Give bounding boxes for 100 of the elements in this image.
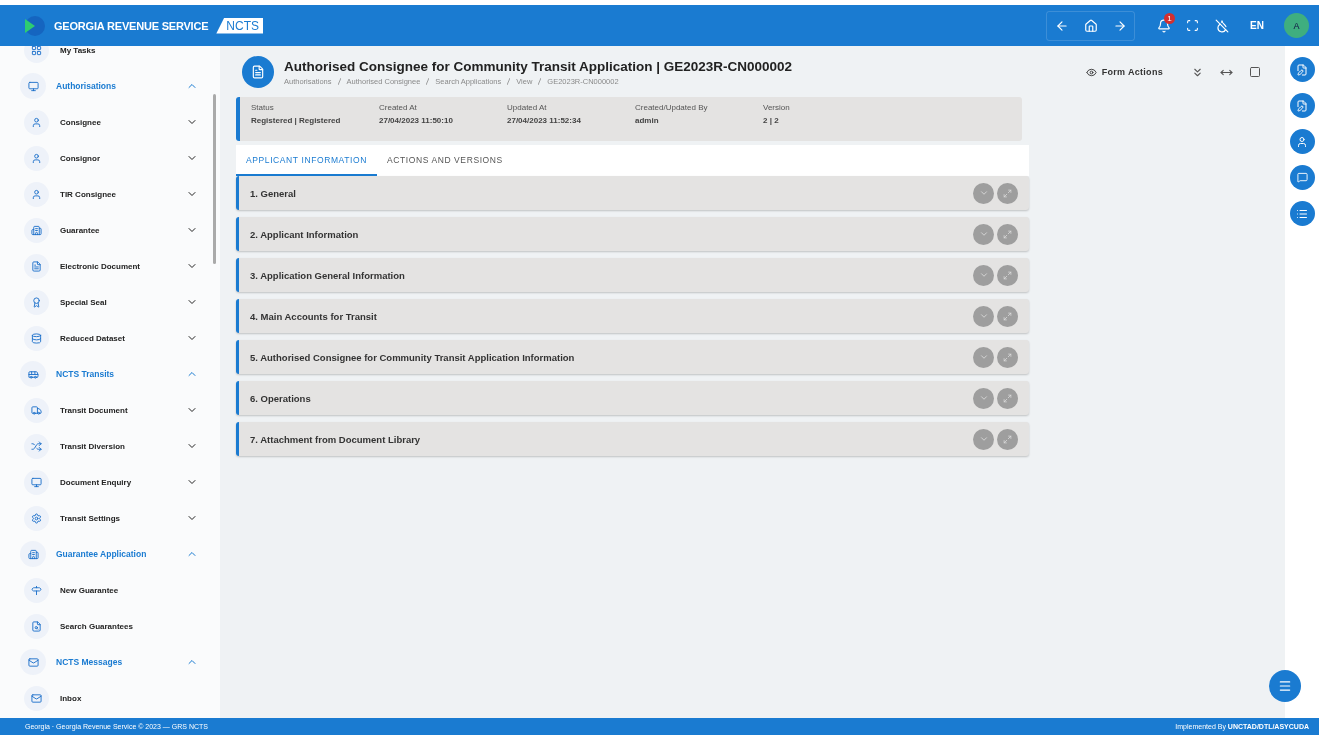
menu-item[interactable]: Special Seal: [0, 284, 210, 320]
menu-label: Special Seal: [60, 297, 108, 307]
expand-button[interactable]: [973, 346, 994, 368]
section-title: 3. Application General Information: [250, 269, 406, 281]
file-pen-icon: [1296, 63, 1308, 76]
menu-group[interactable]: Guarantee Application: [0, 536, 210, 572]
maximize-icon: [1003, 311, 1012, 321]
menu-item[interactable]: Document Enquiry: [0, 464, 210, 500]
menu-group[interactable]: NCTS Messages: [0, 644, 210, 680]
breadcrumb-separator: [507, 77, 511, 85]
user-icon: [1296, 135, 1308, 148]
chevron-down-icon: [978, 270, 989, 280]
tab[interactable]: ACTIONS AND VERSIONS: [376, 145, 513, 176]
list-button[interactable]: [1289, 201, 1315, 226]
summary-value: 27/04/2023 11:50:10: [379, 116, 454, 125]
maximize-button[interactable]: [997, 305, 1018, 327]
maximize-button[interactable]: [997, 346, 1018, 368]
expand-button[interactable]: [973, 182, 994, 204]
menu-label: Consignor: [60, 153, 101, 163]
summary-label: Created/Updated By: [635, 103, 709, 112]
menu-label: Electronic Document: [60, 261, 141, 271]
menu-item[interactable]: Consignor: [0, 140, 210, 176]
menu-group[interactable]: Authorisations: [0, 68, 210, 104]
menu-label: NCTS Transits: [56, 369, 116, 379]
square-icon: [1249, 66, 1261, 78]
menu-label: TIR Consignee: [60, 189, 117, 199]
summary-label: Created At: [379, 103, 418, 112]
maximize-button[interactable]: [997, 223, 1018, 245]
menu-item[interactable]: Transit Diversion: [0, 428, 210, 464]
breadcrumb-separator: [538, 77, 542, 85]
menu-item[interactable]: Transit Settings: [0, 500, 210, 536]
menu-item[interactable]: My Tasks: [0, 46, 210, 68]
summary-value: admin: [635, 116, 660, 125]
menu-item[interactable]: Consignee: [0, 104, 210, 140]
breadcrumb-separator: [426, 77, 430, 85]
breadcrumb-separator: [337, 77, 341, 85]
menu-fab[interactable]: [1269, 670, 1301, 702]
brand-name: GEORGIA REVENUE SERVICE: [54, 19, 209, 32]
notifications-button[interactable]: 1: [1149, 11, 1179, 40]
menu-label: Reduced Dataset: [60, 333, 126, 343]
droplet-off-icon: [1214, 18, 1229, 33]
maximize-button[interactable]: [997, 387, 1018, 409]
menu-item[interactable]: Guarantee: [0, 212, 210, 248]
menu-item[interactable]: Reduced Dataset: [0, 320, 210, 356]
maximize-icon: [1003, 270, 1012, 280]
maximize-icon: [1003, 229, 1012, 239]
menu-item[interactable]: TIR Consignee: [0, 176, 210, 212]
list-icon: [1296, 207, 1308, 220]
language-button[interactable]: EN: [1244, 19, 1270, 32]
edit-button[interactable]: [1289, 57, 1315, 82]
form-actions-button[interactable]: Form Actions: [1079, 65, 1169, 79]
section-header[interactable]: 7. Attachment from Document Library: [236, 422, 1029, 456]
expand-button[interactable]: [973, 223, 994, 245]
menu-item[interactable]: Search Guarantees: [0, 608, 210, 644]
section-header[interactable]: 5. Authorised Consignee for Community Transit Application Information: [236, 340, 1029, 374]
section-header[interactable]: 4. Main Accounts for Transit: [236, 299, 1029, 333]
page-title: Authorised Consignee for Community Transit Application | GE2023R-CN000002: [284, 58, 793, 74]
eye-icon: [1085, 66, 1097, 78]
file-pen-icon: [1296, 99, 1308, 112]
menu-item[interactable]: New Guarantee: [0, 572, 210, 608]
chevron-down-icon: [978, 393, 989, 403]
section-header[interactable]: 3. Application General Information: [236, 258, 1029, 292]
summary-value: 2 | 2: [763, 116, 780, 125]
menu-label: Transit Diversion: [60, 441, 126, 451]
comment-button[interactable]: [1289, 165, 1315, 190]
menu-item[interactable]: Electronic Document: [0, 248, 210, 284]
menu-label: Transit Document: [60, 405, 129, 415]
section-header[interactable]: 2. Applicant Information: [236, 217, 1029, 251]
section-header[interactable]: 1. General: [236, 176, 1029, 210]
maximize-button[interactable]: [997, 264, 1018, 286]
logo-icon: [22, 13, 46, 38]
expand-button[interactable]: [973, 264, 994, 286]
arrow-right-icon: [1112, 18, 1127, 33]
summary-value: 27/04/2023 11:52:34: [507, 116, 582, 125]
menu-label: Search Guarantees: [60, 621, 134, 631]
comment-icon: [1296, 172, 1308, 183]
maximize-icon: [1003, 352, 1012, 362]
chevron-down-icon: [978, 229, 989, 239]
expand-button[interactable]: [973, 305, 994, 327]
expand-button[interactable]: [973, 387, 994, 409]
menu-group[interactable]: NCTS Transits: [0, 356, 210, 392]
chevron-down-icon: [978, 188, 989, 198]
expand-button[interactable]: [973, 428, 994, 450]
menu-label: Authorisations: [56, 81, 117, 91]
maximize-button[interactable]: [997, 182, 1018, 204]
maximize-icon: [1003, 188, 1012, 198]
menu-label: Transit Settings: [60, 513, 121, 523]
user-avatar[interactable]: A: [1284, 13, 1309, 38]
summary-label: Version: [763, 103, 791, 112]
section-header[interactable]: 6. Operations: [236, 381, 1029, 415]
menu-item[interactable]: Inbox: [0, 680, 210, 716]
summary-value: Registered | Registered: [251, 116, 342, 125]
bell-icon: [1156, 18, 1171, 33]
menu-item[interactable]: Transit Document: [0, 392, 210, 428]
document-edit-button[interactable]: [1289, 93, 1315, 118]
user-button[interactable]: [1289, 129, 1315, 154]
menu-label: New Guarantee: [60, 585, 120, 595]
maximize-button[interactable]: [997, 428, 1018, 450]
section-title: 6. Operations: [250, 392, 312, 404]
scrollbar[interactable]: [213, 94, 216, 264]
